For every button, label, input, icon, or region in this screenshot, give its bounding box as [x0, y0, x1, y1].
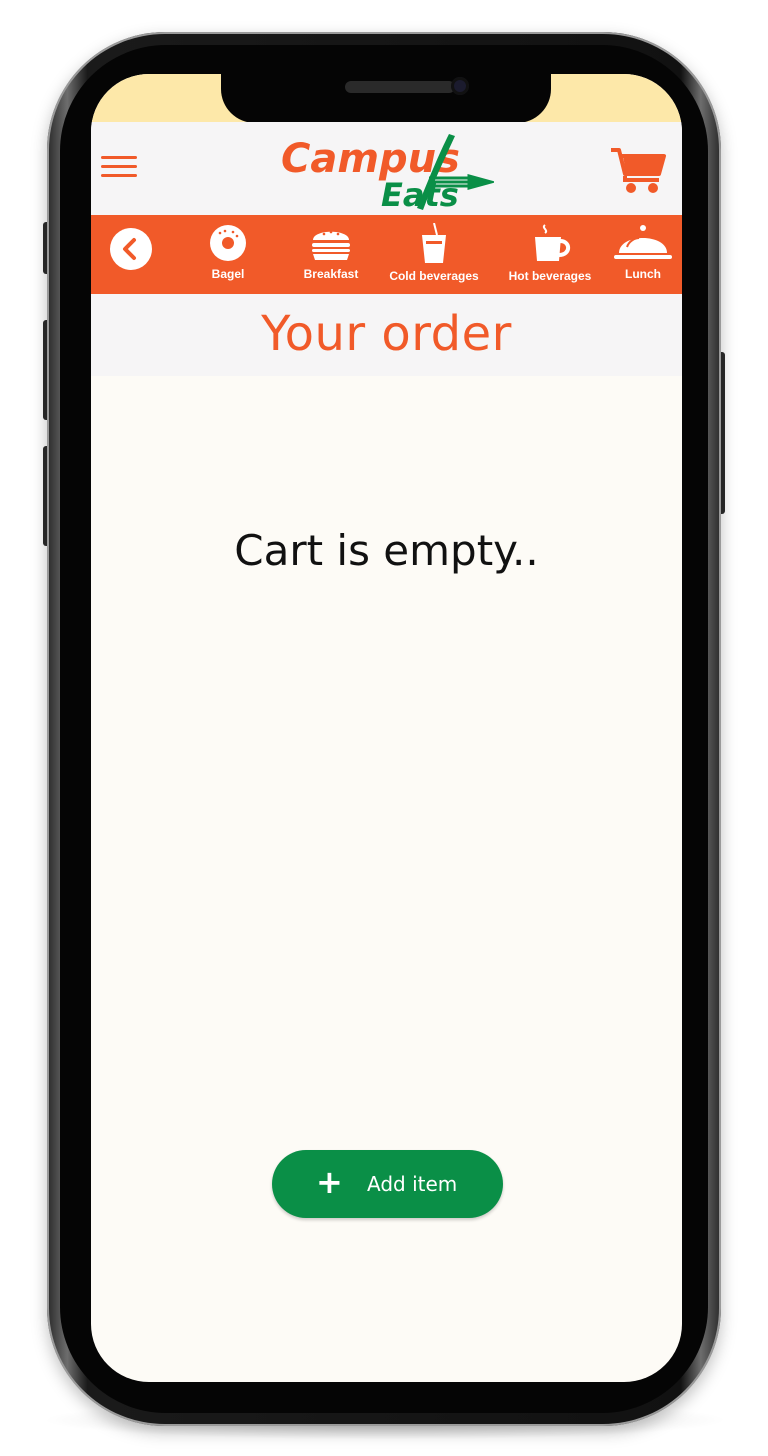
category-label: Hot beverages: [508, 269, 592, 283]
shopping-cart-icon[interactable]: [609, 146, 667, 194]
add-item-button[interactable]: + Add item: [272, 1150, 503, 1218]
empty-cart-message: Cart is empty..: [234, 526, 539, 575]
category-cold-beverages[interactable]: Cold beverages: [387, 223, 481, 293]
category-label: Bagel: [211, 267, 245, 281]
category-label: Breakfast: [303, 267, 359, 281]
hamburger-menu-icon[interactable]: [101, 156, 137, 178]
campus-eats-logo[interactable]: Campus Eats: [279, 128, 494, 212]
category-label: Cold beverages: [389, 269, 479, 283]
page-title: Your order: [261, 306, 512, 362]
notch: [221, 74, 551, 123]
app-header: Campus Eats: [91, 122, 682, 215]
coffee-cup-icon: [535, 224, 571, 261]
cold-drink-icon: [422, 223, 446, 263]
category-hot-beverages[interactable]: Hot beverages: [505, 223, 595, 293]
front-camera: [451, 77, 469, 95]
device-mockup: Campus Eats Bagel Breakfast Cold beverag…: [0, 0, 768, 1456]
app-screen: Campus Eats Bagel Breakfast Cold beverag…: [91, 74, 682, 1382]
category-bagel[interactable]: Bagel: [193, 223, 263, 293]
burger-icon: [312, 230, 350, 260]
title-band: Your order: [91, 294, 682, 376]
bagel-icon: [210, 225, 246, 261]
fork-icon: [429, 174, 494, 190]
category-breakfast[interactable]: Breakfast: [296, 223, 366, 293]
category-bar: Bagel Breakfast Cold beverages Hot bever…: [91, 215, 682, 294]
chevron-left-icon[interactable]: [110, 228, 152, 270]
category-lunch[interactable]: Lunch: [613, 223, 673, 293]
speaker-grille: [345, 81, 455, 93]
add-item-label: Add item: [367, 1172, 458, 1196]
category-label: Lunch: [625, 267, 661, 281]
cloche-icon: [614, 225, 672, 259]
plus-icon: +: [316, 1163, 343, 1201]
